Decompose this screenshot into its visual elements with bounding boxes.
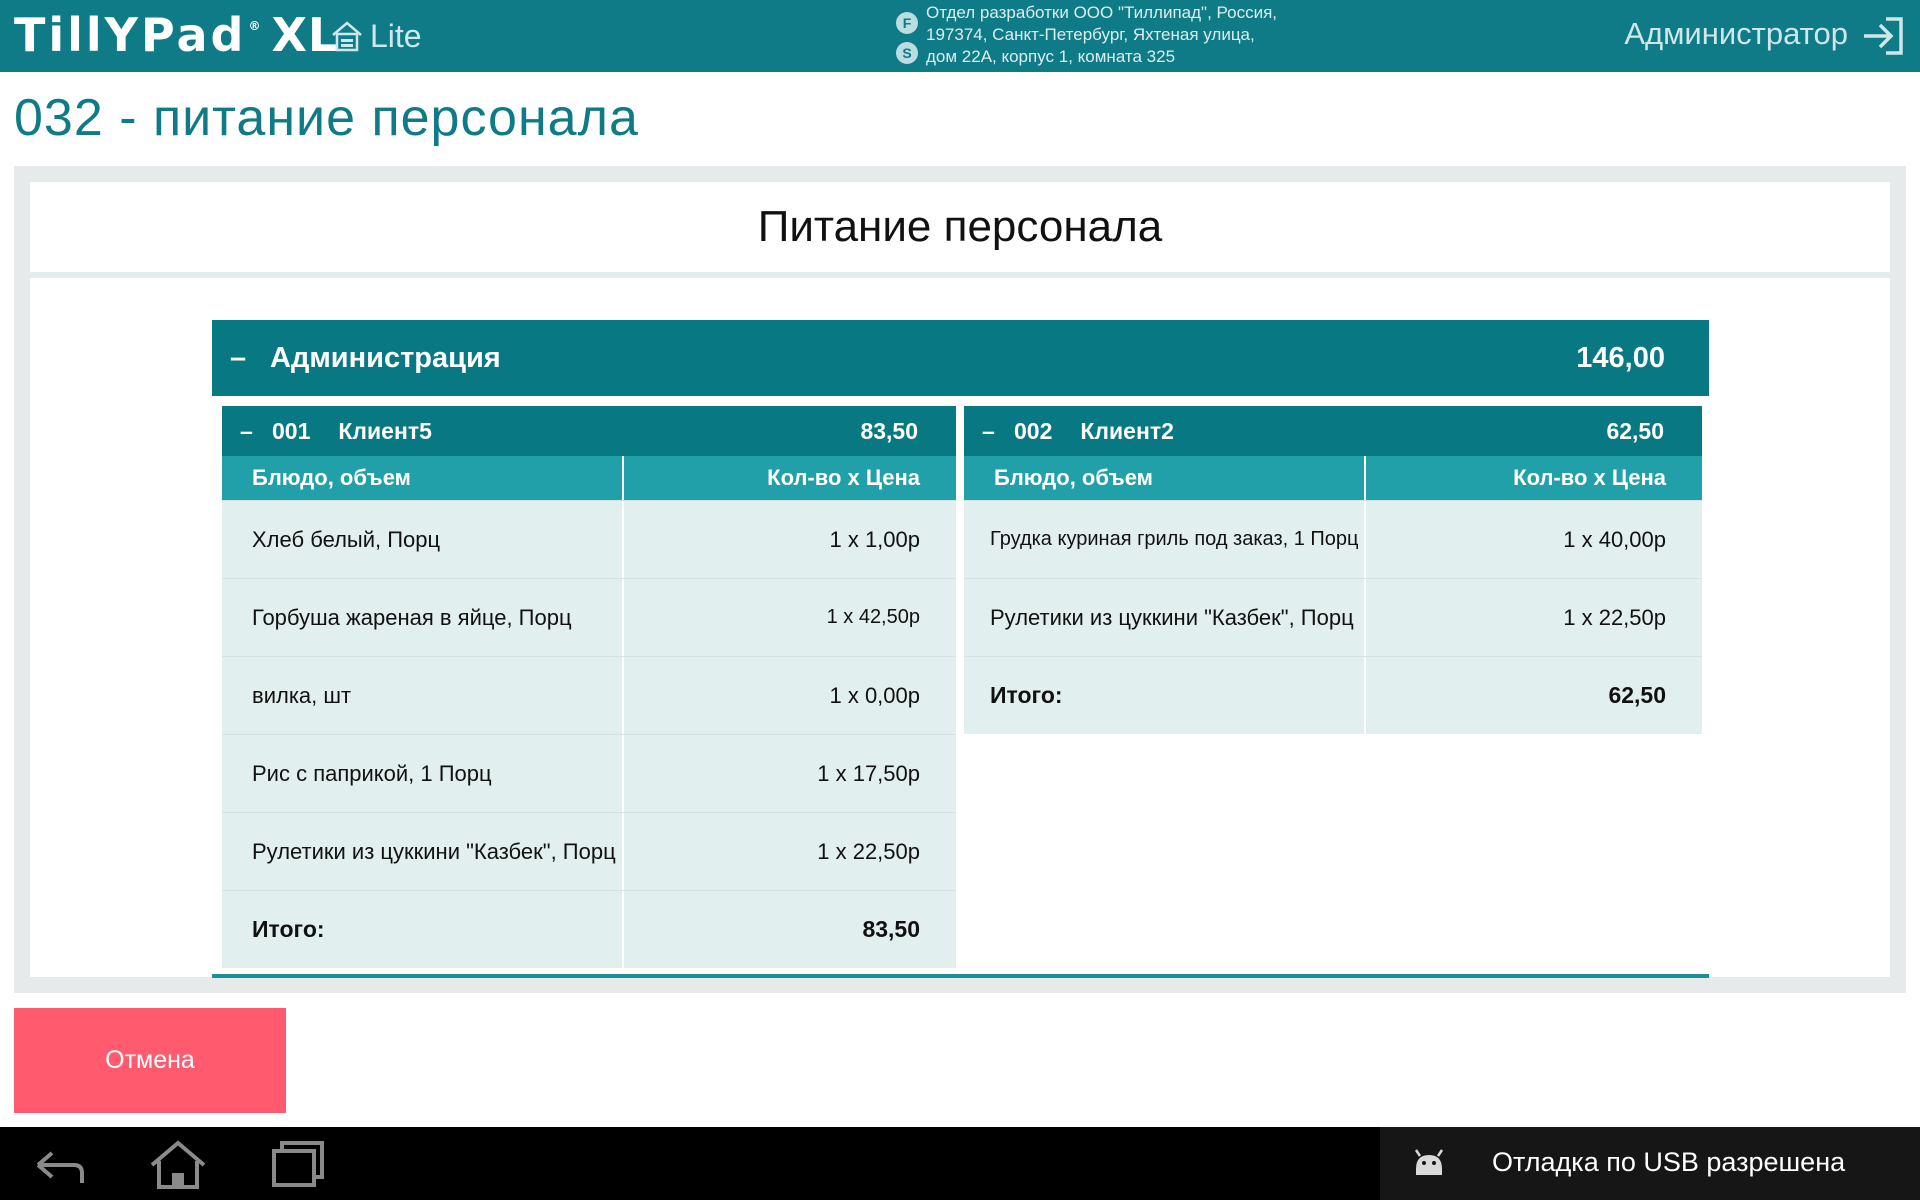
column-qty-price: Кол-во х Цена bbox=[1513, 465, 1666, 490]
top-bar: TillYPad ® XL Lite F S Отдел разработки … bbox=[0, 0, 1920, 72]
collapse-toggle[interactable]: – bbox=[240, 418, 272, 445]
qty-price: 1 x 0,00р bbox=[829, 682, 920, 708]
group-total: 146,00 bbox=[1576, 341, 1665, 374]
client-card-001: – 001 Клиент5 83,50 Блюдо, объем Кол-во … bbox=[222, 406, 956, 968]
org-address-line-2: 197374, Санкт-Петербург, Яхтеная улица, bbox=[926, 25, 1255, 44]
total-value: 83,50 bbox=[862, 916, 920, 942]
org-address-line-3: дом 22А, корпус 1, комната 325 bbox=[926, 47, 1176, 66]
dish-name: Рис с паприкой, 1 Порц bbox=[222, 735, 624, 812]
group-header-administration[interactable]: – Администрация 146,00 bbox=[212, 320, 1709, 396]
logo-text: TillYPad bbox=[14, 8, 247, 62]
dish-name: Хлеб белый, Порц bbox=[222, 501, 624, 578]
dish-name: вилка, шт bbox=[222, 657, 624, 734]
user-name: Администратор bbox=[1624, 16, 1848, 51]
dish-name: Горбуша жареная в яйце, Порц bbox=[222, 579, 624, 656]
badge-f: F bbox=[896, 12, 918, 34]
content-frame: Питание персонала – Администрация 146,00… bbox=[14, 166, 1906, 993]
group-name: Администрация bbox=[270, 341, 501, 374]
column-header-row: Блюдо, объем Кол-во х Цена bbox=[222, 456, 956, 500]
collapse-toggle[interactable]: – bbox=[982, 418, 1014, 445]
dish-name: Рулетики из цуккини "Казбек", Порц bbox=[222, 813, 624, 890]
table-row[interactable]: Грудка куриная гриль под заказ, 1 Порц 1… bbox=[964, 500, 1702, 578]
client-header[interactable]: – 001 Клиент5 83,50 bbox=[222, 406, 956, 456]
org-address-line-1: Отдел разработки ООО "Тиллипад", Россия, bbox=[926, 3, 1278, 22]
client-code: 001 bbox=[272, 417, 311, 444]
client-card-002: – 002 Клиент2 62,50 Блюдо, объем Кол-во … bbox=[964, 406, 1702, 734]
client-name: Клиент5 bbox=[338, 417, 432, 444]
report-panel: Питание персонала – Администрация 146,00… bbox=[30, 182, 1890, 977]
table-row[interactable]: Рулетики из цуккини "Казбек", Порц 1 x 2… bbox=[222, 812, 956, 890]
total-label: Итого: bbox=[964, 657, 1366, 734]
total-label: Итого: bbox=[222, 891, 624, 968]
panel-title: Питание персонала bbox=[30, 182, 1890, 278]
client-sum: 62,50 bbox=[1606, 417, 1664, 444]
back-arrow-icon[interactable] bbox=[28, 1137, 92, 1191]
tillypad-logo: TillYPad ® XL bbox=[14, 4, 338, 66]
total-row: Итого: 83,50 bbox=[222, 890, 956, 968]
logo-registered-mark: ® bbox=[248, 19, 264, 33]
column-header-row: Блюдо, объем Кол-во х Цена bbox=[964, 456, 1702, 500]
client-code: 002 bbox=[1014, 417, 1053, 444]
group-bottom-border bbox=[212, 974, 1709, 978]
home-outline-icon bbox=[332, 21, 362, 52]
column-dish: Блюдо, объем bbox=[222, 456, 624, 500]
table-row[interactable]: Рис с паприкой, 1 Порц 1 x 17,50р bbox=[222, 734, 956, 812]
table-row[interactable]: Горбуша жареная в яйце, Порц 1 x 42,50р bbox=[222, 578, 956, 656]
usb-debug-notification[interactable]: Отладка по USB разрешена bbox=[1380, 1127, 1920, 1200]
recent-apps-icon[interactable] bbox=[266, 1137, 330, 1191]
client-name: Клиент2 bbox=[1080, 417, 1174, 444]
total-row: Итого: 62,50 bbox=[964, 656, 1702, 734]
system-navigation-bar: Отладка по USB разрешена bbox=[0, 1127, 1920, 1200]
logout-arrow-icon[interactable] bbox=[1862, 16, 1904, 56]
badge-s: S bbox=[896, 42, 918, 64]
page-title: 032 - питание персонала bbox=[14, 89, 639, 147]
table-row[interactable]: вилка, шт 1 x 0,00р bbox=[222, 656, 956, 734]
dish-name: Грудка куриная гриль под заказ, 1 Порц bbox=[964, 501, 1366, 578]
home-icon[interactable] bbox=[146, 1137, 210, 1191]
edition-label: Lite bbox=[370, 17, 422, 54]
dish-name: Рулетики из цуккини "Казбек", Порц bbox=[964, 579, 1366, 656]
android-debug-icon bbox=[1414, 1149, 1444, 1175]
total-value: 62,50 bbox=[1608, 682, 1666, 708]
qty-price: 1 x 22,50р bbox=[1563, 604, 1666, 630]
table-row[interactable]: Хлеб белый, Порц 1 x 1,00р bbox=[222, 500, 956, 578]
table-row[interactable]: Рулетики из цуккини "Казбек", Порц 1 x 2… bbox=[964, 578, 1702, 656]
client-header[interactable]: – 002 Клиент2 62,50 bbox=[964, 406, 1702, 456]
edition-home-link[interactable]: Lite bbox=[330, 14, 422, 58]
qty-price: 1 x 42,50р bbox=[826, 606, 920, 628]
qty-price: 1 x 1,00р bbox=[829, 526, 920, 552]
org-address: Отдел разработки ООО "Тиллипад", Россия,… bbox=[926, 2, 1277, 68]
cancel-button[interactable]: Отмена bbox=[14, 1008, 286, 1113]
logo-xl: XL bbox=[271, 8, 339, 62]
qty-price: 1 x 40,00р bbox=[1563, 526, 1666, 552]
qty-price: 1 x 17,50р bbox=[817, 760, 920, 786]
qty-price: 1 x 22,50р bbox=[817, 838, 920, 864]
column-qty-price: Кол-во х Цена bbox=[767, 465, 920, 490]
collapse-toggle[interactable]: – bbox=[230, 342, 270, 375]
usb-debug-text: Отладка по USB разрешена bbox=[1492, 1147, 1846, 1177]
client-sum: 83,50 bbox=[860, 417, 918, 444]
org-badges: F S bbox=[896, 12, 918, 72]
column-dish: Блюдо, объем bbox=[964, 456, 1366, 500]
